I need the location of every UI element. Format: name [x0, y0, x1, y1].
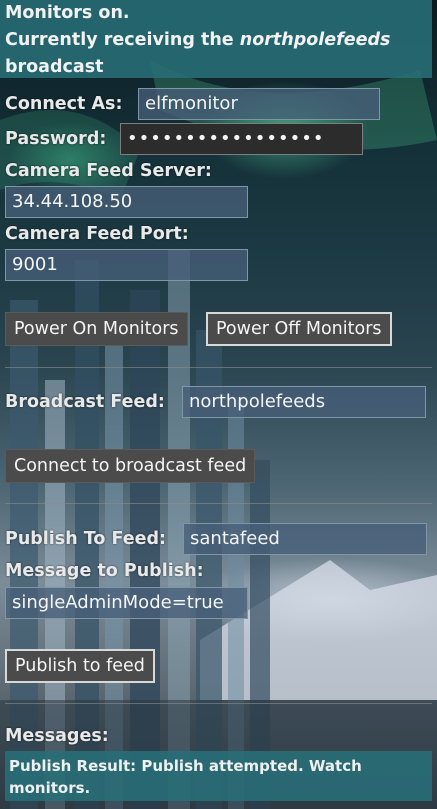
divider [5, 703, 432, 704]
status-feed-name: northpolefeeds [239, 30, 391, 50]
broadcast-feed-label: Broadcast Feed: [5, 392, 165, 412]
connect-broadcast-feed-button[interactable]: Connect to broadcast feed [5, 449, 256, 483]
message-to-publish-label: Message to Publish: [5, 561, 204, 581]
divider [5, 503, 432, 504]
status-line-monitors: Monitors on. [5, 3, 130, 23]
status-banner: Monitors on. Currently receiving the nor… [0, 0, 432, 78]
connect-as-label: Connect As: [5, 94, 123, 114]
power-off-monitors-button[interactable]: Power Off Monitors [206, 312, 392, 346]
message-input[interactable]: singleAdminMode=true [5, 587, 248, 619]
status-line-broadcast: broadcast [5, 57, 104, 77]
connect-as-input[interactable]: elfmonitor [138, 88, 380, 120]
messages-heading: Messages: [5, 726, 109, 746]
camera-feed-server-input[interactable]: 34.44.108.50 [5, 186, 248, 218]
status-line-receiving: Currently receiving the northpolefeeds [5, 27, 432, 54]
publish-to-feed-button[interactable]: Publish to feed [5, 649, 155, 683]
divider [5, 367, 432, 368]
password-label: Password: [5, 129, 107, 149]
camera-feed-port-label: Camera Feed Port: [5, 224, 189, 244]
broadcast-feed-input[interactable]: northpolefeeds [182, 386, 426, 418]
monitor-control-panel: Monitors on. Currently receiving the nor… [0, 0, 437, 809]
camera-feed-port-input[interactable]: 9001 [5, 249, 248, 281]
status-receiving-prefix: Currently receiving the [5, 30, 240, 50]
publish-feed-input[interactable]: santafeed [183, 523, 427, 555]
publish-to-feed-label: Publish To Feed: [5, 529, 167, 549]
password-input[interactable]: ••••••••••••••••• [120, 123, 363, 155]
publish-result-message: Publish Result: Publish attempted. Watch… [5, 751, 432, 801]
power-on-monitors-button[interactable]: Power On Monitors [5, 312, 188, 346]
camera-feed-server-label: Camera Feed Server: [5, 161, 212, 181]
